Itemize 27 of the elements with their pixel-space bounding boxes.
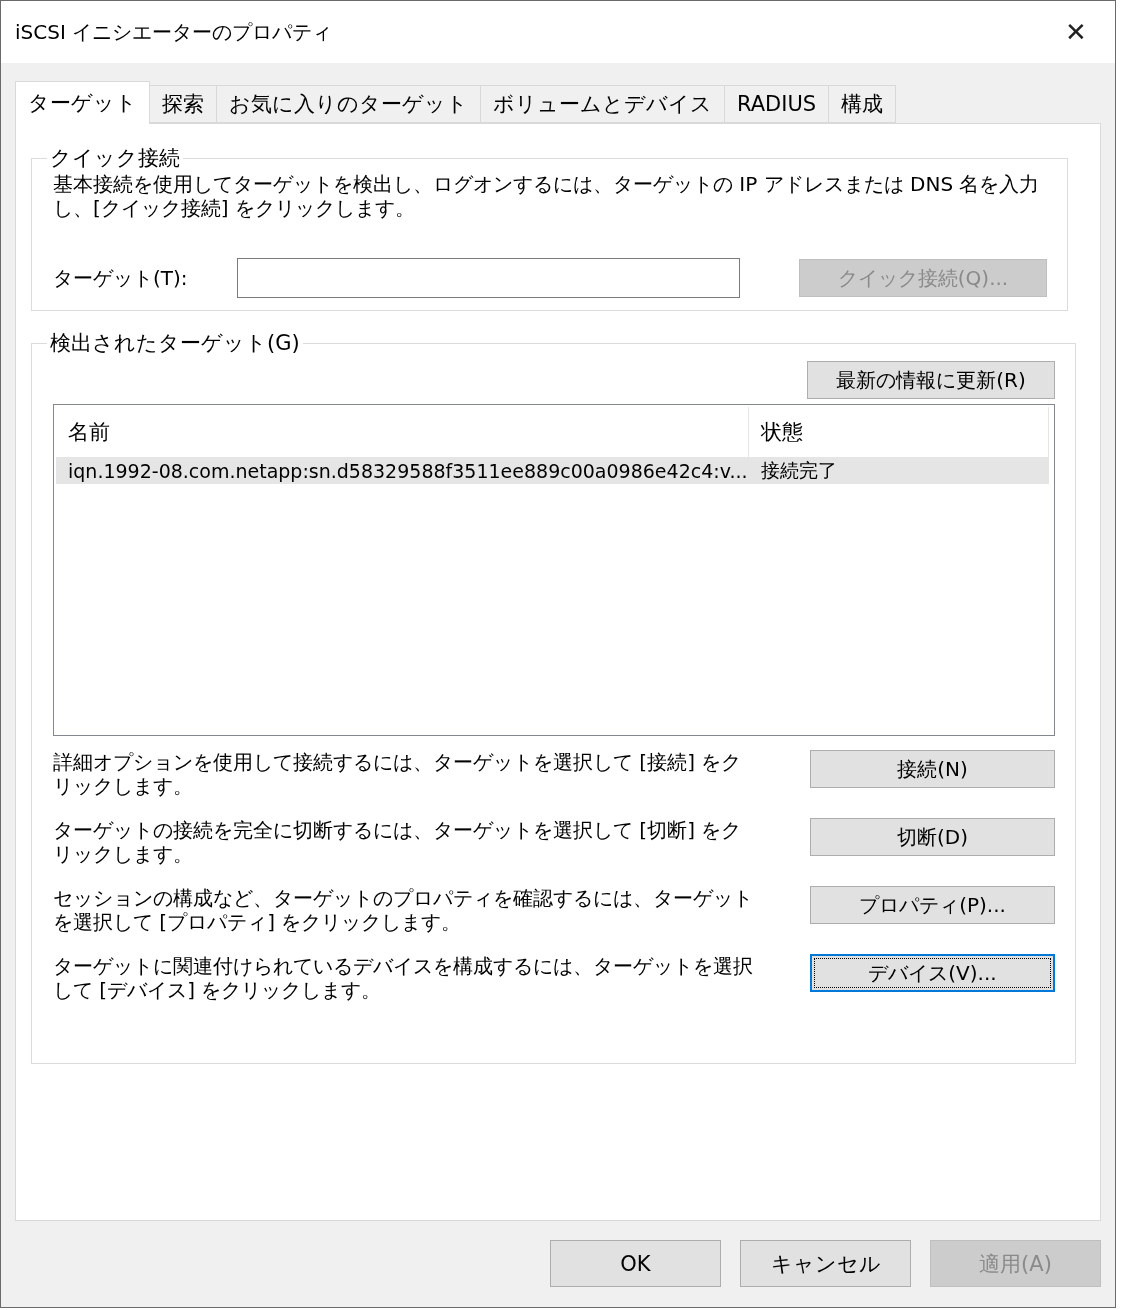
description-text: 基本接続を使用してターゲットを検出し、ログオンするには、ターゲットの IP アドレスまたは DNS 名を入力し、[クイック接続] をクリックします。: [53, 172, 1041, 220]
refresh-button[interactable]: 最新の情報に更新(R): [807, 361, 1055, 399]
window-title: iSCSI イニシエーターのプロパティ: [15, 18, 333, 46]
table-cell-text: iqn.1992-08.com.netapp:sn.d58329588f3511ee889c00a0986e42c4:v...: [67, 458, 749, 484]
tab[interactable]: 構成: [828, 85, 897, 123]
target-input[interactable]: [237, 258, 740, 298]
dialog-button[interactable]: キャンセル: [740, 1240, 911, 1287]
description-text: セッションの構成など、ターゲットのプロパティを確認するには、ターゲットを選択して [プロパティ] をクリックします。: [53, 886, 753, 934]
action-button[interactable]: 接続(N): [810, 750, 1055, 788]
tab[interactable]: ボリュームとデバイス: [480, 85, 725, 123]
group-title: クイック接続: [49, 145, 181, 172]
action-button[interactable]: 切断(D): [810, 818, 1055, 856]
tab[interactable]: ターゲット: [15, 81, 150, 124]
field-label: ターゲット(T):: [53, 264, 189, 292]
dialog-button[interactable]: OK: [550, 1240, 721, 1287]
tab[interactable]: 探索: [149, 85, 217, 123]
description-text: ターゲットの接続を完全に切断するには、ターゲットを選択して [切断] をクリックします。: [53, 818, 743, 866]
action-button[interactable]: デバイス(V)...: [810, 954, 1055, 992]
close-button[interactable]: ✕: [1051, 7, 1101, 57]
table-row[interactable]: iqn.1992-08.com.netapp:sn.d58329588f3511ee889c00a0986e42c4:v... 接続完了: [56, 457, 1049, 484]
description-text: ターゲットに関連付けられているデバイスを構成するには、ターゲットを選択して [デバイス] をクリックします。: [53, 954, 753, 1002]
tab[interactable]: お気に入りのターゲット: [216, 85, 481, 123]
description-text: 詳細オプションを使用して接続するには、ターゲットを選択して [接続] をクリックします。: [53, 750, 743, 798]
group-title: 検出されたターゲット(G): [49, 330, 301, 357]
table-cell-text: 接続完了: [760, 457, 838, 483]
action-button[interactable]: プロパティ(P)...: [810, 886, 1055, 924]
tab[interactable]: RADIUS: [724, 85, 830, 123]
